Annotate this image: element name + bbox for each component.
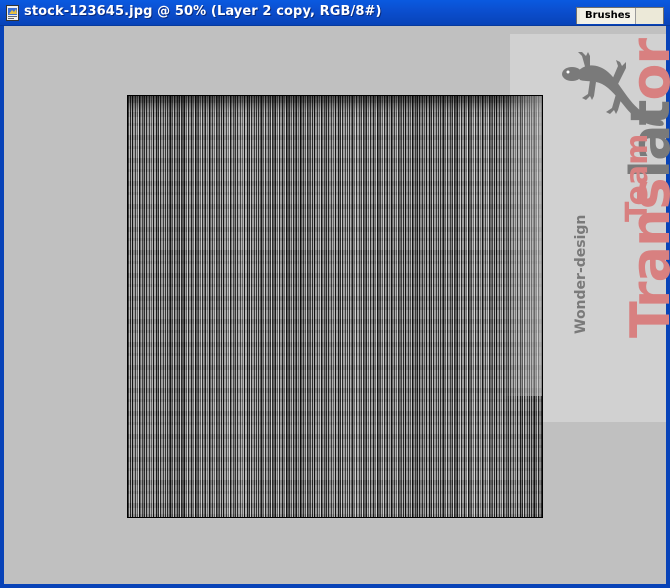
document-window: stock-123645.jpg @ 50% (Layer 2 copy, RG… bbox=[0, 0, 670, 588]
watermark-or: or bbox=[619, 38, 670, 101]
tab-brushes[interactable]: Brushes bbox=[580, 8, 637, 24]
image-top-shade bbox=[128, 96, 542, 114]
watermark-subtitle: Wonder-design bbox=[573, 214, 589, 334]
brushes-palette[interactable]: Brushes bbox=[576, 7, 664, 24]
image-right-fade bbox=[502, 96, 542, 396]
window-title: stock-123645.jpg @ 50% (Layer 2 copy, RG… bbox=[24, 4, 382, 19]
photoshop-document-icon bbox=[6, 5, 19, 21]
window-titlebar[interactable]: stock-123645.jpg @ 50% (Layer 2 copy, RG… bbox=[0, 0, 670, 26]
watermark-team: Team bbox=[620, 133, 655, 222]
window-border-bottom bbox=[0, 584, 670, 588]
image-canvas[interactable] bbox=[127, 95, 543, 518]
